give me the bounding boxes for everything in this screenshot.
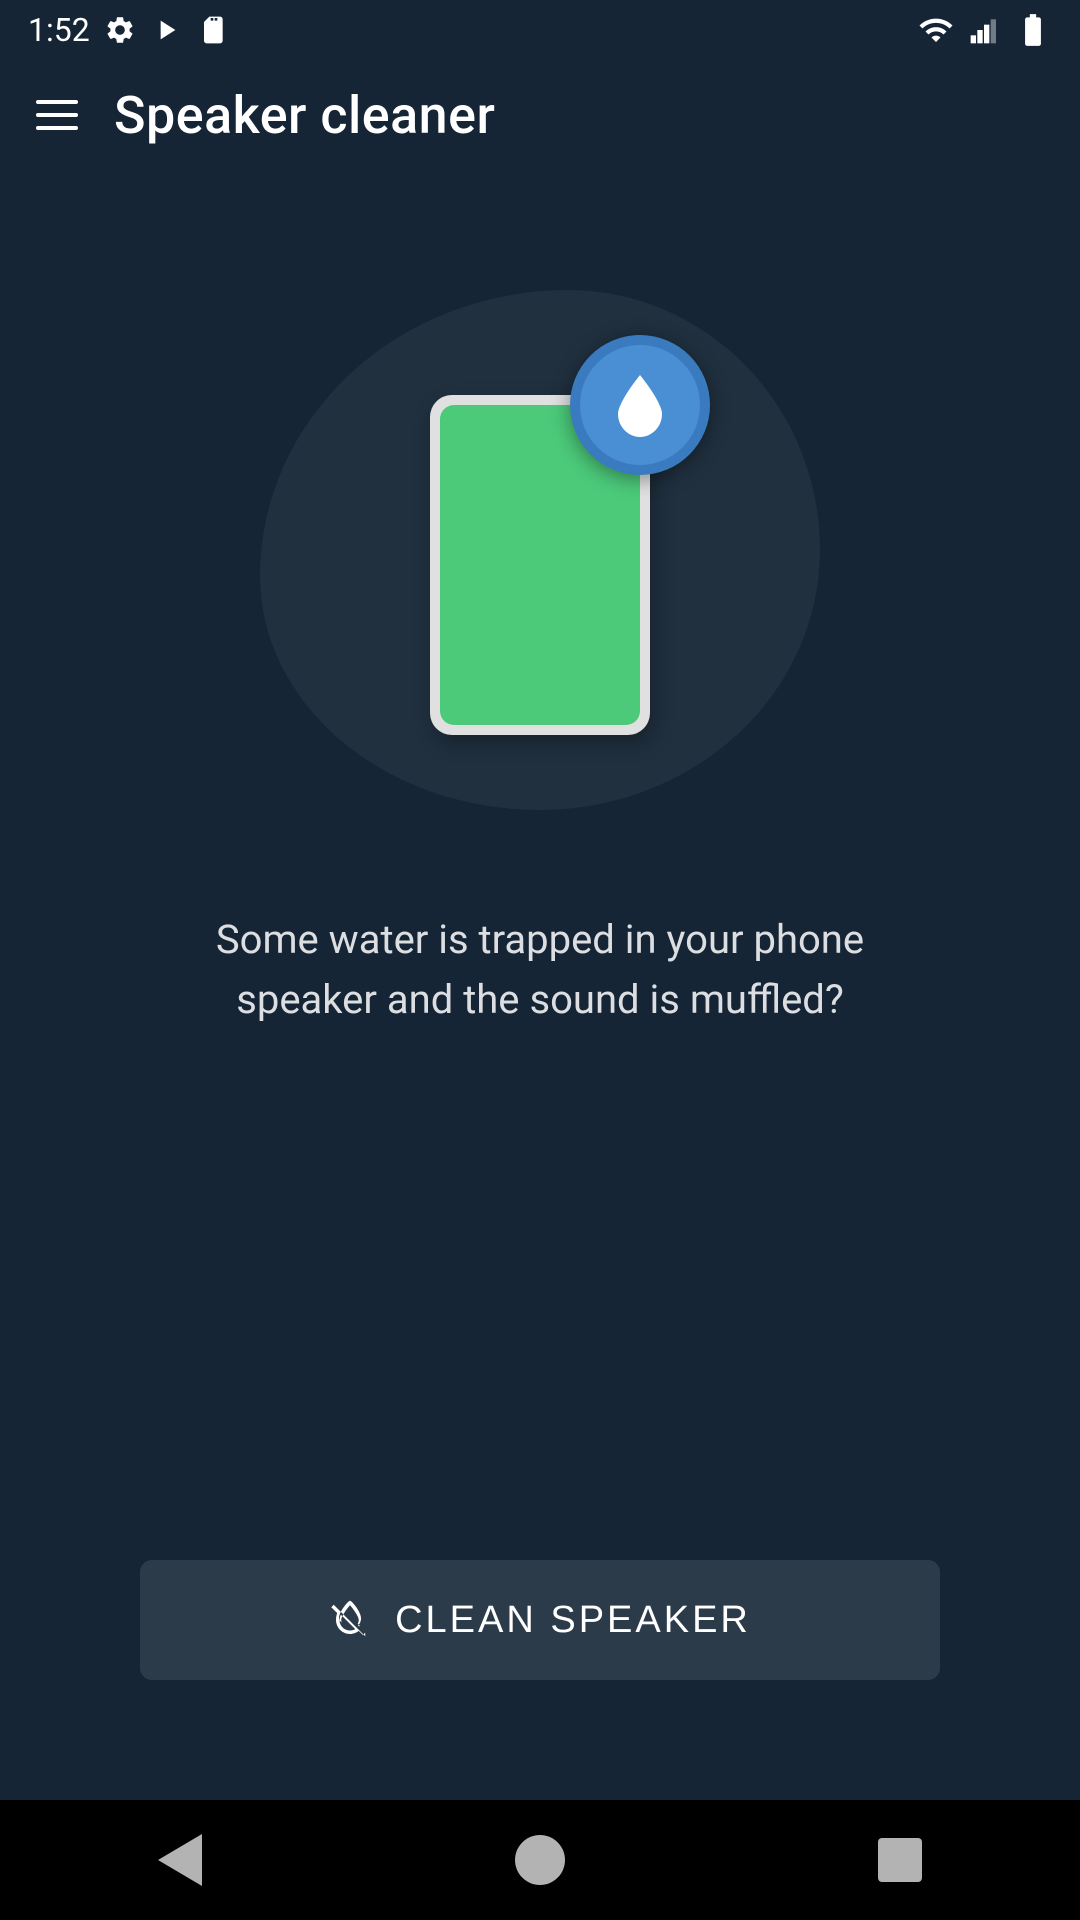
menu-button[interactable] xyxy=(36,100,78,130)
clean-button-wrapper: CLEAN SPEAKER xyxy=(60,1560,1020,1680)
home-button[interactable] xyxy=(500,1820,580,1900)
illustration-area xyxy=(240,270,840,830)
clean-speaker-button[interactable]: CLEAN SPEAKER xyxy=(140,1560,940,1680)
settings-icon xyxy=(104,14,136,46)
home-icon xyxy=(515,1835,565,1885)
recents-icon xyxy=(878,1838,922,1882)
water-drop-icon xyxy=(605,370,675,440)
water-badge xyxy=(570,335,710,475)
status-left: 1:52 xyxy=(28,11,228,49)
description-text: Some water is trapped in your phone spea… xyxy=(90,910,990,1030)
play-icon xyxy=(150,14,182,46)
status-time: 1:52 xyxy=(28,11,90,49)
back-button[interactable] xyxy=(140,1820,220,1900)
app-title: Speaker cleaner xyxy=(114,85,495,146)
clean-speaker-label: CLEAN SPEAKER xyxy=(395,1599,751,1642)
phone-illustration xyxy=(430,395,650,735)
nav-bar xyxy=(0,1800,1080,1920)
signal-icon xyxy=(968,14,1000,46)
phone-body xyxy=(430,395,650,735)
sd-card-icon xyxy=(196,14,228,46)
no-water-drop-icon xyxy=(329,1599,371,1641)
status-bar: 1:52 xyxy=(0,0,1080,60)
battery-icon xyxy=(1014,11,1052,49)
wifi-icon xyxy=(918,12,954,48)
back-icon xyxy=(158,1834,202,1886)
app-bar: Speaker cleaner xyxy=(0,60,1080,170)
main-content: Some water is trapped in your phone spea… xyxy=(0,170,1080,1800)
status-right xyxy=(918,11,1052,49)
recents-button[interactable] xyxy=(860,1820,940,1900)
